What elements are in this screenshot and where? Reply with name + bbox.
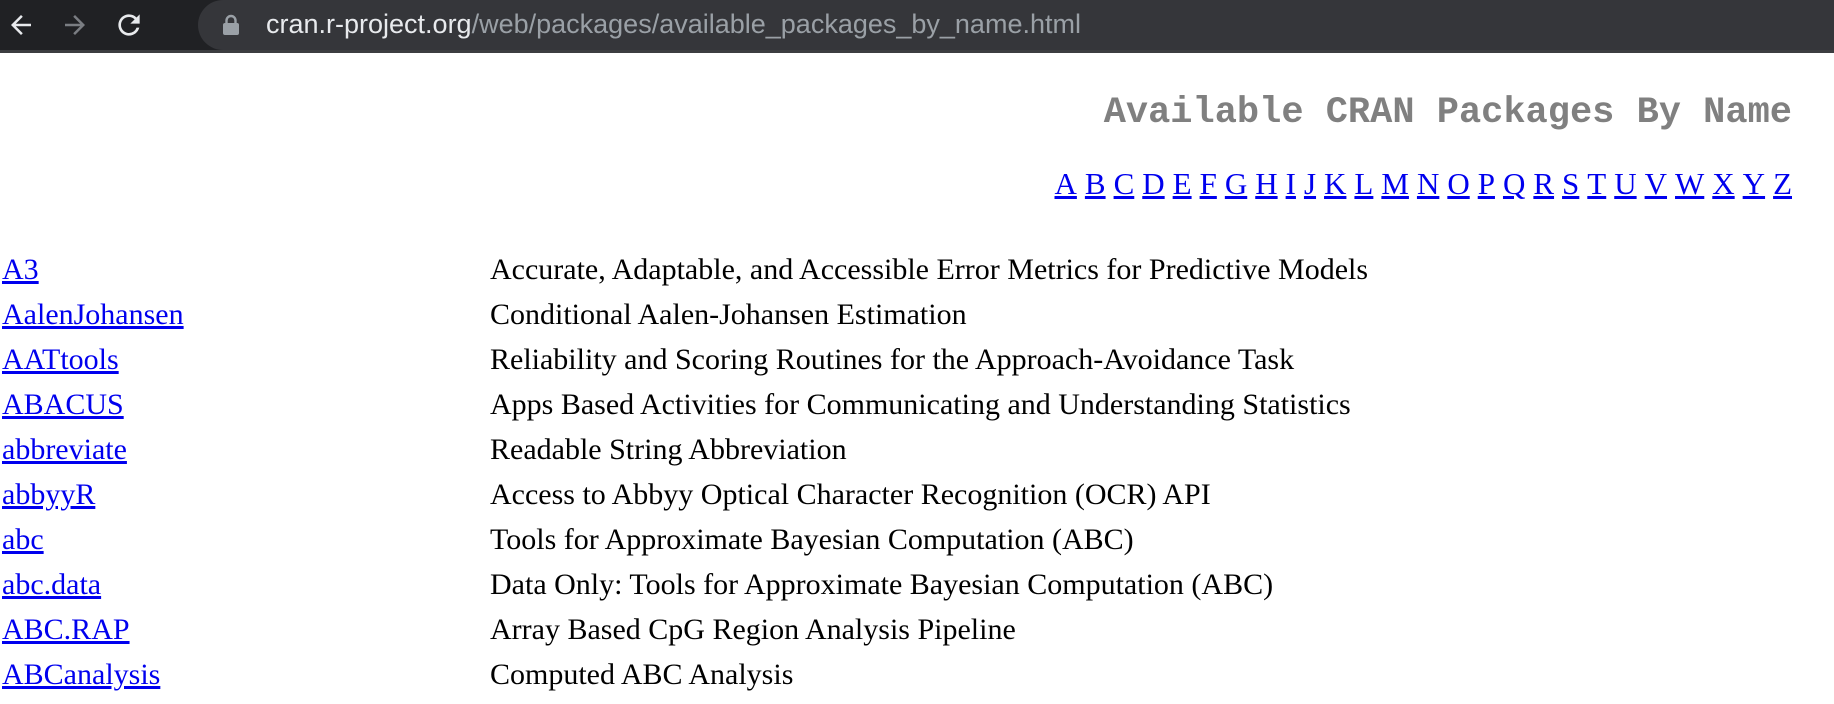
letter-link-r[interactable]: R <box>1533 166 1554 202</box>
package-link[interactable]: abbreviate <box>2 427 490 472</box>
package-table: A3 Accurate, Adaptable, and Accessible Er… <box>2 247 1368 697</box>
letter-link-h[interactable]: H <box>1255 166 1277 202</box>
table-row: abbreviate Readable String Abbreviation <box>2 427 1368 472</box>
letter-link-d[interactable]: D <box>1142 166 1164 202</box>
back-button[interactable] <box>2 6 40 44</box>
url-text[interactable]: cran.r-project.org/web/packages/availabl… <box>266 0 1081 50</box>
table-row: ABC.RAP Array Based CpG Region Analysis P… <box>2 607 1368 652</box>
reload-button[interactable] <box>110 6 148 44</box>
package-description: Data Only: Tools for Approximate Bayesia… <box>490 568 1274 601</box>
letter-link-f[interactable]: F <box>1200 166 1217 202</box>
alphabet-index: ABCDEFGHIJKLMNOPQRSTUVWXYZ <box>1055 166 1793 202</box>
letter-link-e[interactable]: E <box>1173 166 1192 202</box>
letter-link-g[interactable]: G <box>1225 166 1247 202</box>
letter-link-l[interactable]: L <box>1354 166 1373 202</box>
table-row: ABCanalysis Computed ABC Analysis <box>2 652 1368 697</box>
address-bar[interactable]: cran.r-project.org/web/packages/availabl… <box>198 0 1834 50</box>
package-description: Array Based CpG Region Analysis Pipeline <box>490 613 1016 646</box>
letter-link-y[interactable]: Y <box>1743 166 1765 202</box>
letter-link-k[interactable]: K <box>1324 166 1346 202</box>
package-description: Reliability and Scoring Routines for the… <box>490 343 1295 376</box>
letter-link-a[interactable]: A <box>1055 166 1077 202</box>
package-link[interactable]: AalenJohansen <box>2 292 490 337</box>
table-row: AATtools Reliability and Scoring Routines… <box>2 337 1368 382</box>
package-description: Computed ABC Analysis <box>490 658 794 691</box>
letter-link-b[interactable]: B <box>1085 166 1106 202</box>
table-row: abc Tools for Approximate Bayesian Comput… <box>2 517 1368 562</box>
arrow-right-icon <box>65 15 85 35</box>
page-title: Available CRAN Packages By Name <box>1103 92 1792 134</box>
letter-link-x[interactable]: X <box>1712 166 1734 202</box>
letter-link-w[interactable]: W <box>1675 166 1704 202</box>
package-link[interactable]: AATtools <box>2 337 490 382</box>
reload-icon <box>118 14 140 36</box>
package-link[interactable]: ABCanalysis <box>2 652 490 697</box>
table-row: AalenJohansen Conditional Aalen-Johansen … <box>2 292 1368 337</box>
package-description: Readable String Abbreviation <box>490 433 847 466</box>
letter-link-n[interactable]: N <box>1417 166 1439 202</box>
letter-link-u[interactable]: U <box>1614 166 1636 202</box>
url-path: /web/packages/available_packages_by_name… <box>471 9 1081 39</box>
letter-link-v[interactable]: V <box>1645 166 1667 202</box>
package-description: Tools for Approximate Bayesian Computati… <box>490 523 1134 556</box>
package-link[interactable]: ABC.RAP <box>2 607 490 652</box>
letter-link-q[interactable]: Q <box>1503 166 1525 202</box>
forward-button[interactable] <box>56 6 94 44</box>
lock-icon <box>223 14 239 35</box>
letter-link-c[interactable]: C <box>1114 166 1135 202</box>
url-host: cran.r-project.org <box>266 9 472 39</box>
package-link[interactable]: ABACUS <box>2 382 490 427</box>
table-row: A3 Accurate, Adaptable, and Accessible Er… <box>2 247 1368 292</box>
browser-toolbar: cran.r-project.org/web/packages/availabl… <box>0 0 1834 53</box>
letter-link-z[interactable]: Z <box>1773 166 1792 202</box>
letter-link-i[interactable]: I <box>1286 166 1296 202</box>
table-row: abbyyR Access to Abbyy Optical Character … <box>2 472 1368 517</box>
letter-link-j[interactable]: J <box>1304 166 1316 202</box>
letter-link-m[interactable]: M <box>1381 166 1409 202</box>
package-link[interactable]: abc.data <box>2 562 490 607</box>
table-row: abc.data Data Only: Tools for Approximate… <box>2 562 1368 607</box>
table-row: ABACUS Apps Based Activities for Communic… <box>2 382 1368 427</box>
package-link[interactable]: A3 <box>2 247 490 292</box>
package-description: Conditional Aalen-Johansen Estimation <box>490 298 967 331</box>
package-description: Accurate, Adaptable, and Accessible Erro… <box>490 253 1369 286</box>
package-link[interactable]: abbyyR <box>2 472 490 517</box>
package-description: Apps Based Activities for Communicating … <box>490 388 1351 421</box>
arrow-left-icon <box>11 15 31 35</box>
package-link[interactable]: abc <box>2 517 490 562</box>
letter-link-s[interactable]: S <box>1562 166 1579 202</box>
package-description: Access to Abbyy Optical Character Recogn… <box>490 478 1211 511</box>
letter-link-p[interactable]: P <box>1478 166 1495 202</box>
letter-link-o[interactable]: O <box>1447 166 1469 202</box>
letter-link-t[interactable]: T <box>1587 166 1606 202</box>
